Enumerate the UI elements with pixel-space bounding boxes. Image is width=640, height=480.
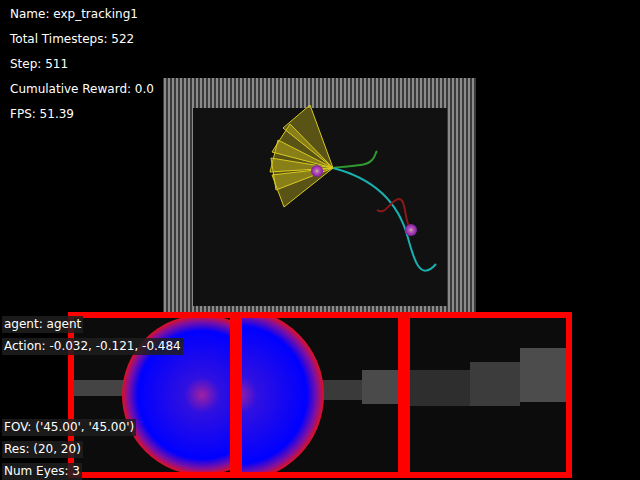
eye-view <box>236 312 404 478</box>
hud-line: Name: exp_tracking1 <box>8 6 140 23</box>
camera-info-panel: FOV: ('45.00', '45.00') Res: (20, 20) Num … <box>2 419 136 480</box>
viewer: Name: exp_tracking1 Total Timesteps: 522 S… <box>0 0 640 480</box>
eye-view <box>68 312 236 478</box>
info-line: Res: (20, 20) <box>2 441 83 458</box>
info-line: Action: -0.032, -0.121, -0.484 <box>2 338 183 355</box>
hud-line: FPS: 51.39 <box>8 106 76 123</box>
hud-line: Cumulative Reward: 0.0 <box>8 81 156 98</box>
info-line: Num Eyes: 3 <box>2 463 82 480</box>
hud-line: Step: 511 <box>8 56 70 73</box>
hud-line: Total Timesteps: 522 <box>8 31 136 48</box>
eye-views <box>68 312 572 478</box>
hud-panel: Name: exp_tracking1 Total Timesteps: 522 S… <box>8 6 156 123</box>
info-line: agent: agent <box>2 316 83 333</box>
eye-view <box>404 312 572 478</box>
info-line: FOV: ('45.00', '45.00') <box>2 419 136 436</box>
agent-info-panel: agent: agent Action: -0.032, -0.121, -0.4… <box>2 316 183 355</box>
